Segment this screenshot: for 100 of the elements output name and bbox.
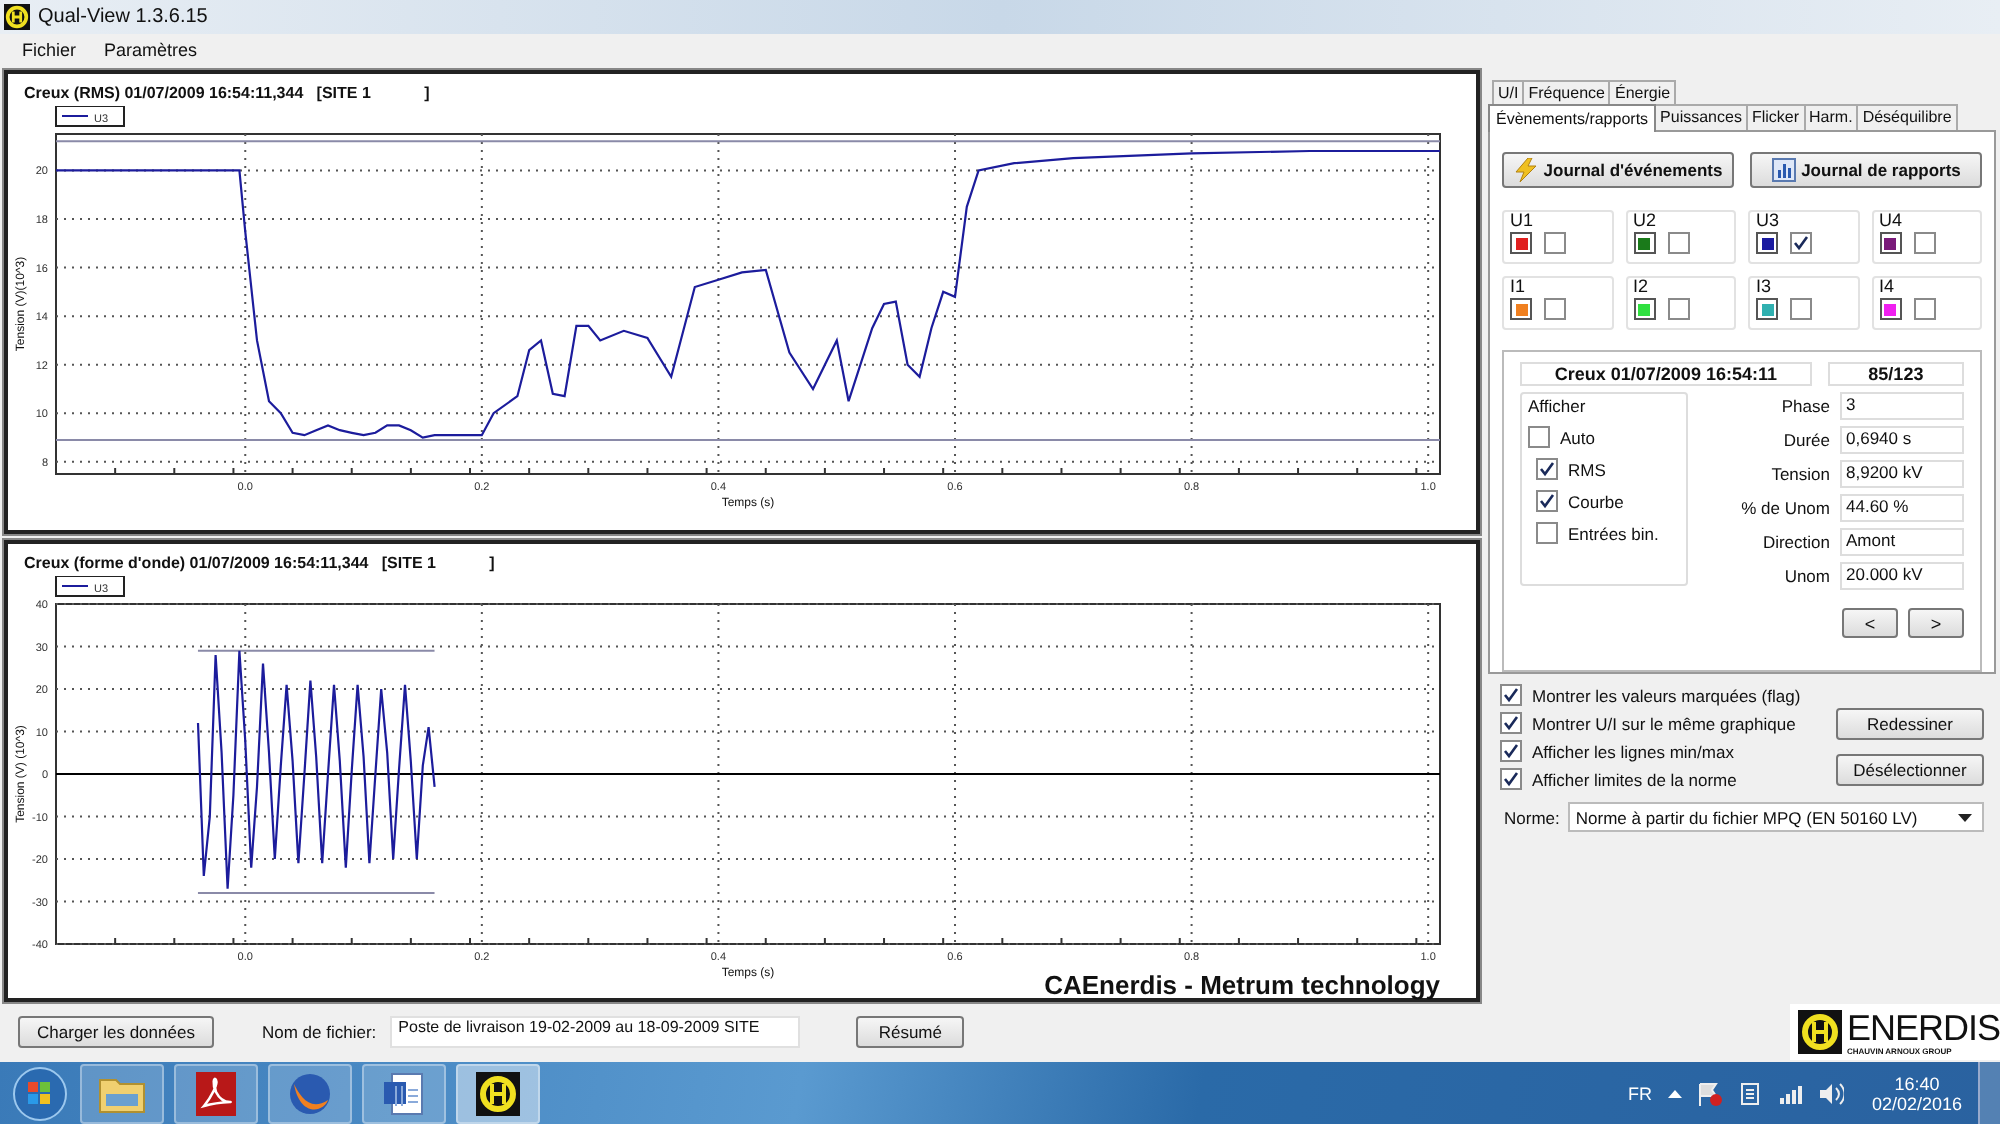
- color-swatch[interactable]: [1756, 298, 1778, 320]
- checkbox-label: Montrer les valeurs marquées (flag): [1532, 685, 1801, 705]
- group-title: Afficher: [1528, 396, 1588, 416]
- tab[interactable]: Déséquilibre: [1856, 104, 1958, 132]
- channel-label: I2: [1633, 276, 1651, 296]
- value-field[interactable]: 20.000 kV: [1840, 562, 1964, 590]
- checkbox[interactable]: [1544, 232, 1566, 254]
- channel-label: U3: [1756, 210, 1782, 230]
- app-logo-icon: [476, 1071, 520, 1115]
- checkbox[interactable]: [1536, 490, 1558, 512]
- filename-field[interactable]: Poste de livraison 19-02-2009 au 18-09-2009 SITE: [390, 1016, 801, 1048]
- checkbox-label: Courbe: [1568, 491, 1624, 511]
- field-label: % de Unom: [1741, 498, 1830, 518]
- color-swatch[interactable]: [1633, 232, 1655, 254]
- logo-mark-icon: [1798, 1010, 1843, 1054]
- device-icon[interactable]: [1737, 1081, 1762, 1105]
- load-button[interactable]: Charger les données: [18, 1016, 214, 1048]
- tab[interactable]: U/I: [1492, 80, 1525, 104]
- taskbar-button[interactable]: [174, 1063, 258, 1123]
- value-field[interactable]: 44.60 %: [1840, 494, 1964, 522]
- checkbox[interactable]: [1667, 298, 1689, 320]
- checkbox[interactable]: [1790, 232, 1812, 254]
- action-button[interactable]: Redessiner: [1836, 708, 1984, 740]
- pdf-icon: [196, 1071, 236, 1115]
- app-logo-icon: [4, 4, 30, 30]
- document-icon: [382, 1071, 426, 1115]
- value-field[interactable]: 3: [1840, 392, 1964, 420]
- start-button[interactable]: [10, 1063, 70, 1123]
- checkbox[interactable]: [1913, 232, 1935, 254]
- checkbox[interactable]: [1500, 712, 1522, 734]
- time: 16:40: [1894, 1073, 1940, 1093]
- dropdown-value: Norme à partir du fichier MPQ (EN 50160 LV): [1575, 807, 1918, 827]
- summary-button[interactable]: Résumé: [856, 1016, 965, 1048]
- chart-title: Creux (RMS) 01/07/2009 16:54:11,344 [SITE 1 ]: [22, 82, 432, 106]
- folder-icon: [98, 1073, 146, 1113]
- taskbar-button[interactable]: [362, 1063, 446, 1123]
- bar-chart-icon: [1771, 158, 1796, 182]
- channel-label: I1: [1510, 276, 1528, 296]
- menu-item[interactable]: Fichier: [22, 39, 77, 59]
- checkbox[interactable]: [1790, 298, 1812, 320]
- checkbox[interactable]: [1500, 684, 1522, 706]
- caret-icon: [1957, 813, 1972, 821]
- language-indicator[interactable]: FR: [1627, 1083, 1652, 1103]
- checkbox[interactable]: [1913, 298, 1935, 320]
- field-label: Tension: [1771, 464, 1830, 484]
- checkbox[interactable]: [1667, 232, 1689, 254]
- event-title: Creux 01/07/2009 16:54:11: [1520, 362, 1812, 386]
- checkbox[interactable]: [1500, 740, 1522, 762]
- checkbox[interactable]: [1500, 768, 1522, 790]
- field-label: Nom de fichier:: [262, 1022, 377, 1042]
- clock[interactable]: 16:40 02/02/2016: [1871, 1073, 1962, 1113]
- color-swatch[interactable]: [1879, 298, 1901, 320]
- value-field[interactable]: Amont: [1840, 528, 1964, 556]
- journal-button[interactable]: Journal d'événements: [1502, 152, 1734, 188]
- value-field[interactable]: 8,9200 kV: [1840, 460, 1964, 488]
- menu-item[interactable]: Paramètres: [104, 39, 198, 59]
- flag-icon[interactable]: [1697, 1081, 1722, 1105]
- field-label: Durée: [1783, 430, 1830, 450]
- field-label: Unom: [1784, 566, 1830, 586]
- value-field[interactable]: 0,6940 s: [1840, 426, 1964, 454]
- checkbox-label: Afficher les lignes min/max: [1532, 741, 1734, 761]
- tab[interactable]: Énergie: [1608, 80, 1677, 104]
- lightning-icon: [1513, 158, 1538, 182]
- journal-button[interactable]: Journal de rapports: [1750, 152, 1982, 188]
- nav-button[interactable]: >: [1908, 608, 1964, 638]
- checkbox-label: Montrer U/I sur le même graphique: [1532, 713, 1796, 733]
- tab[interactable]: Évènements/rapports: [1488, 104, 1657, 132]
- color-swatch[interactable]: [1633, 298, 1655, 320]
- speaker-icon[interactable]: [1817, 1081, 1844, 1105]
- color-swatch[interactable]: [1510, 232, 1532, 254]
- signal-icon[interactable]: [1777, 1083, 1802, 1103]
- taskbar-button[interactable]: [456, 1063, 540, 1123]
- date: 02/02/2016: [1871, 1093, 1962, 1113]
- window-title: Qual-View 1.3.6.15: [38, 6, 208, 28]
- channel-label: I4: [1879, 276, 1897, 296]
- channel-label: U1: [1510, 210, 1536, 230]
- brand-caption: CAEnerdis - Metrum technology: [1044, 972, 1440, 998]
- checkbox-label: RMS: [1568, 459, 1606, 479]
- channel-label: U4: [1879, 210, 1905, 230]
- checkbox[interactable]: [1544, 298, 1566, 320]
- logo-name: ENERDIS: [1846, 1009, 2000, 1045]
- color-swatch[interactable]: [1879, 232, 1901, 254]
- field-label: Phase: [1781, 396, 1830, 416]
- norme-dropdown[interactable]: Norme à partir du fichier MPQ (EN 50160 LV): [1567, 802, 1984, 832]
- color-swatch[interactable]: [1756, 232, 1778, 254]
- checkbox-label: Afficher limites de la norme: [1532, 769, 1737, 789]
- checkbox[interactable]: [1536, 522, 1558, 544]
- color-swatch[interactable]: [1510, 298, 1532, 320]
- checkbox-label: Entrées bin.: [1568, 523, 1659, 543]
- globe-icon: [288, 1071, 332, 1115]
- tab[interactable]: Fréquence: [1522, 80, 1611, 104]
- nav-button[interactable]: <: [1842, 608, 1898, 638]
- action-button[interactable]: Désélectionner: [1836, 754, 1984, 786]
- checkbox[interactable]: [1536, 458, 1558, 480]
- caret-icon[interactable]: [1667, 1089, 1682, 1097]
- checkbox[interactable]: [1528, 426, 1550, 448]
- event-counter: 85/123: [1827, 362, 1964, 386]
- field-label: Norme:: [1504, 807, 1560, 827]
- checkbox-label: Auto: [1560, 427, 1595, 447]
- channel-label: I3: [1756, 276, 1774, 296]
